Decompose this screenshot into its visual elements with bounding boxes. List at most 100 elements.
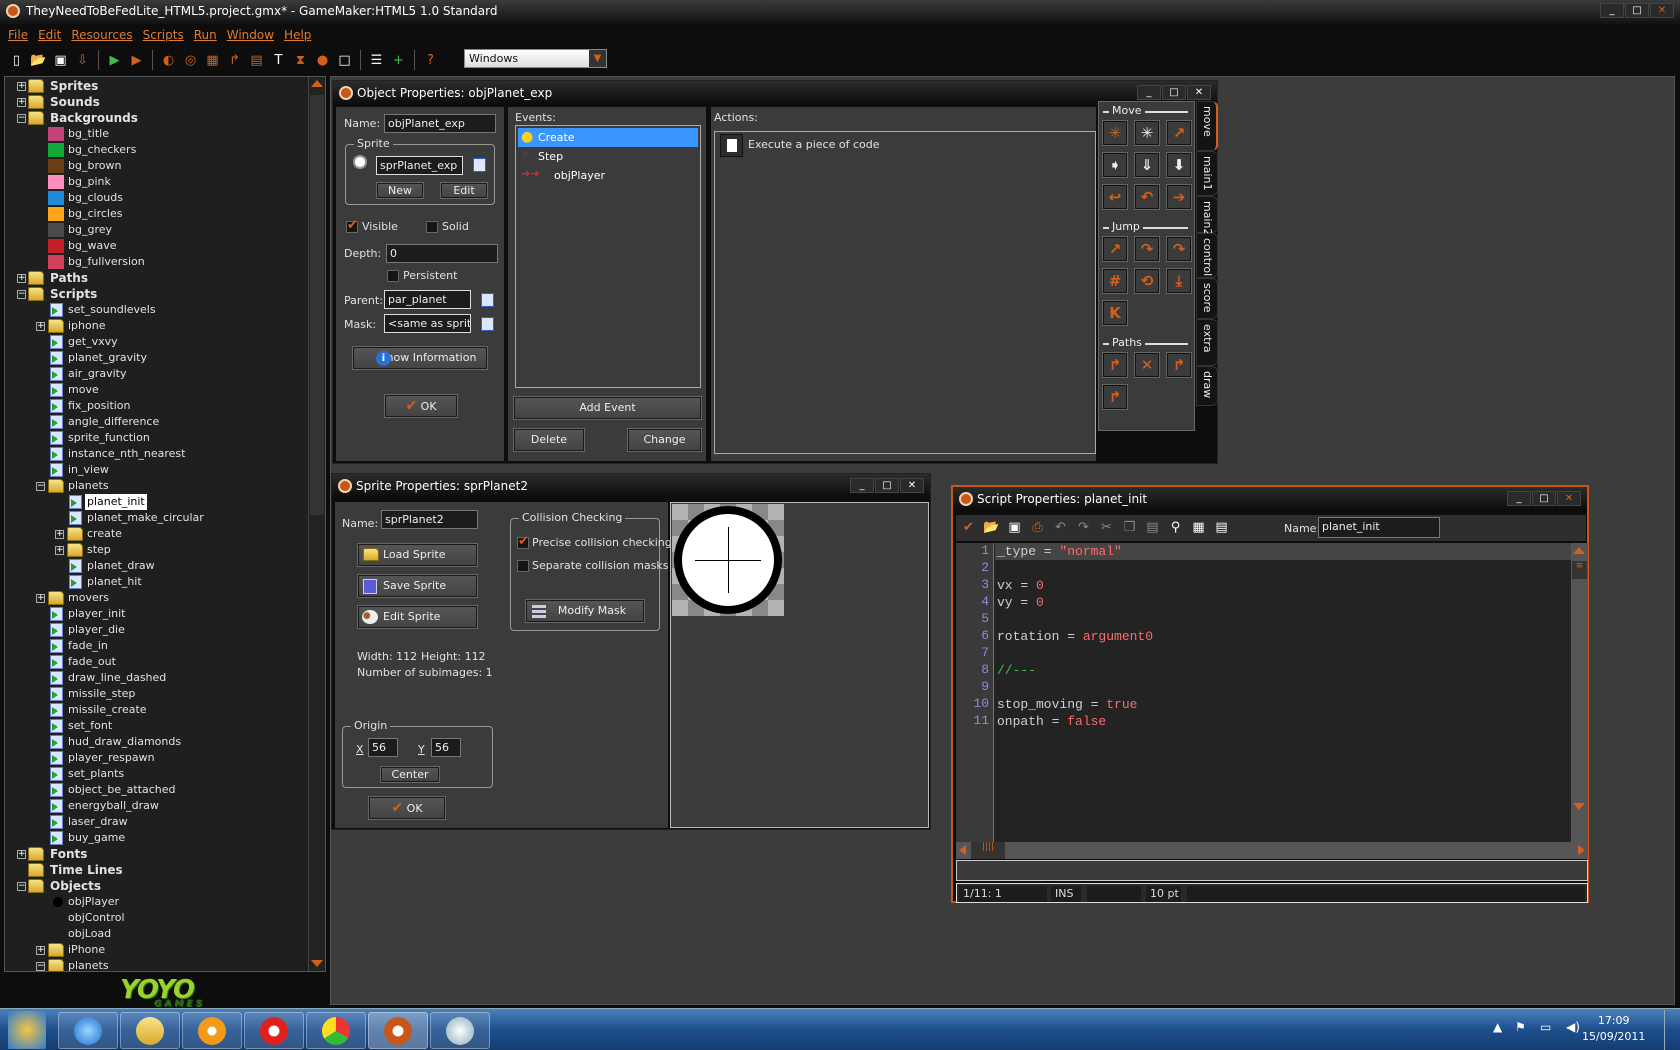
collapse-icon[interactable]: − — [36, 962, 45, 971]
tree-item-missile_create[interactable]: missile_create — [5, 702, 307, 718]
mask-menu-icon[interactable] — [481, 317, 494, 331]
friction-icon[interactable]: ➔ — [1166, 184, 1192, 210]
save-icon[interactable]: ▣ — [1006, 519, 1023, 536]
code-horizontal-scrollbar[interactable]: |||| — [956, 842, 1588, 859]
separate-masks-checkbox[interactable] — [517, 560, 529, 572]
tree-item-set_plants[interactable]: set_plants — [5, 766, 307, 782]
tree-item-planet_hit[interactable]: planet_hit — [5, 574, 307, 590]
script-window-title-bar[interactable]: Script Properties: planet_init _ □ ✕ — [953, 487, 1587, 511]
object-window-title-bar[interactable]: Object Properties: objPlanet_exp _ □ ✕ — [333, 81, 1217, 105]
minimize-button[interactable]: _ — [1507, 491, 1531, 506]
game-info-icon[interactable]: ☰ — [368, 52, 385, 69]
add-object-icon[interactable]: ● — [314, 52, 331, 69]
action-item[interactable]: Execute a piece of code — [718, 134, 1078, 158]
tree-item-energyball_draw[interactable]: energyball_draw — [5, 798, 307, 814]
delete-event-button[interactable]: Delete — [513, 428, 585, 452]
tree-item-in_view[interactable]: in_view — [5, 462, 307, 478]
collapse-icon[interactable]: − — [17, 114, 26, 123]
tree-item-draw_line_dashed[interactable]: draw_line_dashed — [5, 670, 307, 686]
code-editor[interactable]: 1 2 3 4 5 6 7 8 9 10 11 _type = "normal" vx = 0 vy =… — [956, 543, 1573, 843]
copy-icon[interactable]: ❐ — [1121, 519, 1138, 536]
close-button[interactable]: ✕ — [1557, 491, 1581, 506]
tree-item-laser_draw[interactable]: laser_draw — [5, 814, 307, 830]
jump-to-start-icon[interactable]: ↷ — [1134, 236, 1160, 262]
sprite-select-input[interactable]: sprPlanet_exp — [376, 156, 463, 175]
move-free-icon[interactable]: ✳ — [1134, 120, 1160, 146]
global-settings-icon[interactable]: + — [390, 52, 407, 69]
parent-input[interactable]: par_planet — [384, 290, 471, 309]
debug-run-icon[interactable]: ▶ — [128, 52, 145, 69]
add-background-icon[interactable]: ▦ — [204, 52, 221, 69]
library-tab-draw[interactable]: draw — [1196, 366, 1218, 406]
object-name-input[interactable]: objPlanet_exp — [384, 114, 496, 133]
tree-item-player_respawn[interactable]: player_respawn — [5, 750, 307, 766]
tree-item-bg_checkers[interactable]: bg_checkers — [5, 142, 307, 158]
speed-vertical-icon[interactable]: ⇓ — [1134, 152, 1160, 178]
open-icon[interactable]: 📂 — [30, 52, 47, 69]
find-icon[interactable]: ⚲ — [1167, 519, 1184, 536]
tree-item-planets[interactable]: − planets — [5, 958, 307, 971]
goto-line-icon[interactable]: ▦ — [1190, 519, 1207, 536]
tree-item-buy_game[interactable]: buy_game — [5, 830, 307, 846]
edit-sprite-button[interactable]: Edit — [440, 182, 488, 199]
add-sprite-icon[interactable]: ◐ — [160, 52, 177, 69]
jump-to-position-icon[interactable]: ↗ — [1102, 236, 1128, 262]
scroll-right-icon[interactable] — [1578, 845, 1585, 855]
tree-item-objects[interactable]: − Objects — [5, 878, 307, 894]
show-desktop-button[interactable] — [1664, 1010, 1680, 1050]
move-fixed-icon[interactable]: ✳ — [1102, 120, 1128, 146]
path-speed-icon[interactable]: ↱ — [1102, 384, 1128, 410]
library-tab-score[interactable]: score — [1196, 278, 1218, 319]
system-clock[interactable]: 17:09 15/09/2011 — [1582, 1013, 1645, 1045]
code-vertical-scrollbar[interactable]: ≡ — [1571, 543, 1588, 843]
show-hidden-icons[interactable]: ▲ — [1493, 1020, 1502, 1034]
origin-y-input[interactable]: 56 — [431, 738, 461, 757]
expand-icon[interactable]: + — [36, 594, 45, 603]
ok-button[interactable]: ✔ OK — [368, 796, 446, 820]
expand-icon[interactable]: + — [36, 322, 45, 331]
expand-icon[interactable]: + — [55, 546, 64, 555]
menu-window[interactable]: Window — [227, 28, 274, 45]
chevron-down-icon[interactable]: ▼ — [589, 50, 606, 67]
scroll-down-icon[interactable] — [1573, 803, 1585, 810]
library-tab-move[interactable]: move — [1196, 101, 1218, 151]
tree-item-set_soundlevels[interactable]: set_soundlevels — [5, 302, 307, 318]
load-sprite-button[interactable]: Load Sprite — [357, 543, 478, 567]
minimize-button[interactable]: _ — [850, 478, 874, 493]
tree-item-scripts[interactable]: − Scripts — [5, 286, 307, 302]
file-explorer-button[interactable] — [120, 1012, 180, 1049]
menu-help[interactable]: Help — [284, 28, 311, 45]
tree-item-bg_pink[interactable]: bg_pink — [5, 174, 307, 190]
tree-item-get_vxvy[interactable]: get_vxvy — [5, 334, 307, 350]
tree-item-object_be_attached[interactable]: object_be_attached — [5, 782, 307, 798]
expand-icon[interactable]: + — [17, 98, 26, 107]
tree-item-fade_in[interactable]: fade_in — [5, 638, 307, 654]
sprite-window-title-bar[interactable]: Sprite Properties: sprPlanet2 _ □ ✕ — [332, 474, 930, 498]
tree-item-bg_clouds[interactable]: bg_clouds — [5, 190, 307, 206]
red-app-button[interactable] — [244, 1012, 304, 1049]
tree-item-hud_draw_diamonds[interactable]: hud_draw_diamonds — [5, 734, 307, 750]
ok-button[interactable]: ✔ OK — [384, 394, 458, 418]
center-button[interactable]: Center — [380, 766, 440, 783]
export-icon[interactable]: ⇩ — [74, 52, 91, 69]
change-event-button[interactable]: Change — [627, 428, 702, 452]
close-button[interactable]: ✕ — [1187, 85, 1211, 100]
redo-icon[interactable]: ↷ — [1075, 519, 1092, 536]
precise-collision-checkbox[interactable] — [517, 534, 529, 549]
move-to-contact-icon[interactable]: ⤓ — [1166, 268, 1192, 294]
print-icon[interactable]: ⎙ — [1029, 519, 1046, 536]
set-path-icon[interactable]: ↱ — [1102, 352, 1128, 378]
scroll-thumb[interactable] — [310, 95, 324, 515]
tree-item-planet_make_circular[interactable]: planet_make_circular — [5, 510, 307, 526]
end-path-icon[interactable]: ✕ — [1134, 352, 1160, 378]
solid-checkbox[interactable] — [426, 221, 438, 233]
path-position-icon[interactable]: ↱ — [1166, 352, 1192, 378]
gamemaker-button[interactable] — [368, 1012, 428, 1049]
tree-item-instance_nth_nearest[interactable]: instance_nth_nearest — [5, 446, 307, 462]
modify-mask-button[interactable]: Modify Mask — [525, 599, 645, 623]
load-icon[interactable]: 📂 — [983, 519, 1000, 536]
add-path-icon[interactable]: ↱ — [226, 52, 243, 69]
tree-item-step[interactable]: + step — [5, 542, 307, 558]
paste-icon[interactable]: ▤ — [1144, 519, 1161, 536]
minimize-button[interactable]: _ — [1600, 3, 1624, 18]
